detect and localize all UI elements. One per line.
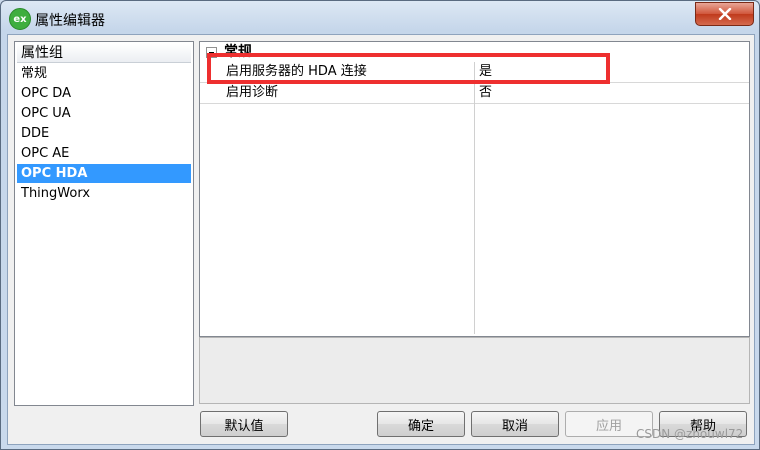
description-panel <box>199 337 750 404</box>
title-bar[interactable]: ex 属性编辑器 <box>1 1 759 35</box>
property-name: 启用服务器的 HDA 连接 <box>226 64 367 79</box>
group-item-thingworx[interactable]: ThingWorx <box>17 184 191 203</box>
defaults-button[interactable]: 默认值 <box>200 411 288 437</box>
ok-button[interactable]: 确定 <box>377 411 465 437</box>
property-group-list: 属性组 常规 OPC DA OPC UA DDE OPC AE OPC HDA … <box>14 41 194 406</box>
property-grid: 常规 启用服务器的 HDA 连接 是 启用诊断 否 <box>199 41 750 337</box>
property-value[interactable]: 是 <box>479 62 492 82</box>
close-button[interactable] <box>695 2 754 26</box>
dialog-body: 属性组 常规 OPC DA OPC UA DDE OPC AE OPC HDA … <box>7 34 755 445</box>
group-item-opc-ua[interactable]: OPC UA <box>17 104 191 123</box>
group-item-general[interactable]: 常规 <box>17 64 191 83</box>
collapse-icon[interactable] <box>206 47 217 58</box>
watermark: CSDN @zhouwl72 <box>636 427 744 441</box>
group-item-dde[interactable]: DDE <box>17 124 191 143</box>
group-item-opc-da[interactable]: OPC DA <box>17 84 191 103</box>
section-row-general[interactable]: 常规 <box>200 42 749 62</box>
property-editor-window: ex 属性编辑器 属性组 常规 OPC DA OPC UA DDE OPC AE… <box>0 0 760 450</box>
cancel-button[interactable]: 取消 <box>471 411 559 437</box>
close-icon <box>718 8 731 20</box>
group-item-opc-hda[interactable]: OPC HDA <box>17 164 191 183</box>
column-divider[interactable] <box>474 62 475 334</box>
property-name: 启用诊断 <box>226 85 279 100</box>
group-item-opc-ae[interactable]: OPC AE <box>17 144 191 163</box>
window-title: 属性编辑器 <box>35 13 105 29</box>
section-label: 常规 <box>224 44 252 60</box>
property-group-header: 属性组 <box>17 44 191 63</box>
app-icon: ex <box>9 8 31 30</box>
property-value[interactable]: 否 <box>479 83 492 103</box>
